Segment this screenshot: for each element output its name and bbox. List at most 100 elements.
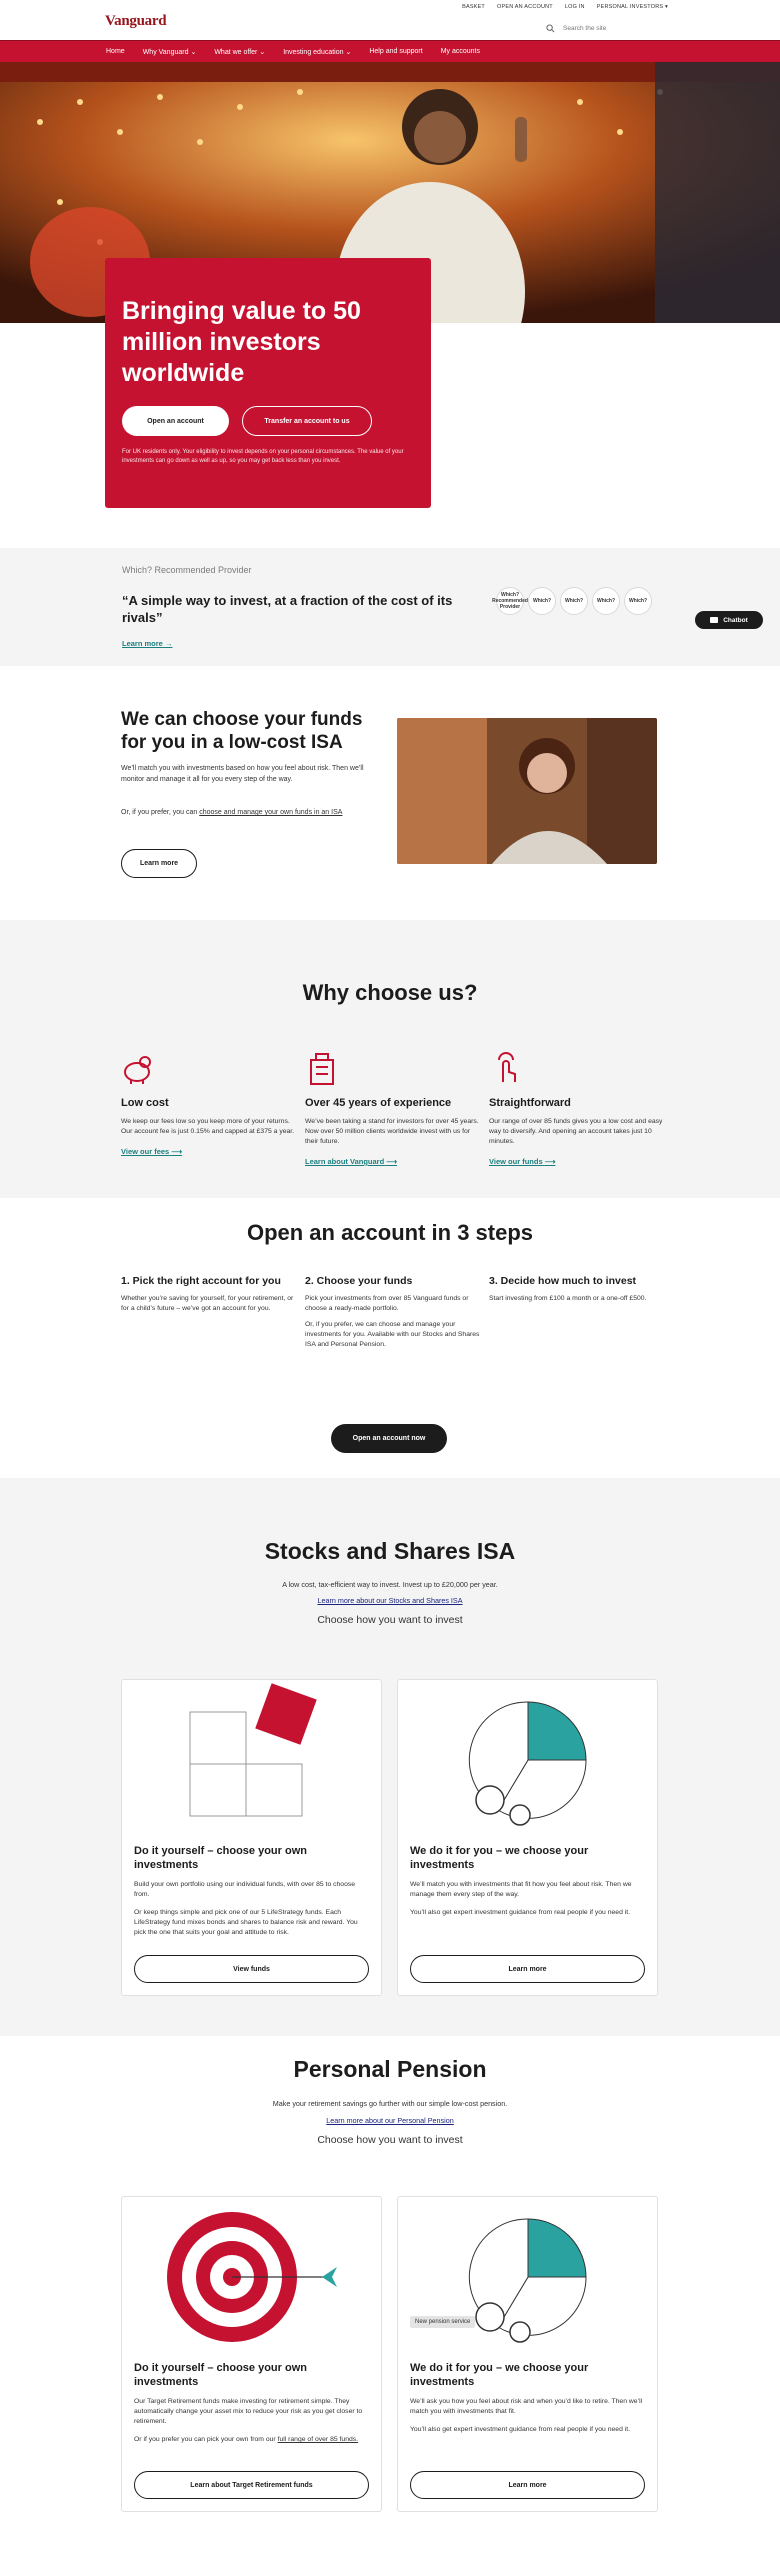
which-pre-title: Which? Recommended Provider [122,565,252,575]
which-quote: “A simple way to invest, at a fraction o… [122,593,453,625]
woman-photo [397,718,657,864]
which-badge: Which? Recommended Provider [492,587,528,615]
which-section: Which? Recommended Provider “A simple wa… [0,548,780,666]
open-account-button[interactable]: Open an account [122,406,229,436]
chevron-down-icon: ⌄ [259,48,266,56]
why-col-title: Straightforward [489,1097,571,1109]
nav-item-my-accounts[interactable]: My accounts [441,48,480,55]
nav-item-why-vanguard[interactable]: Why Vanguard ⌄ [143,48,197,56]
link-label: View our funds [489,1157,543,1166]
why-col-straightforward: Straightforward Our range of over 85 fun… [489,1052,664,1166]
card-title: Do it yourself – choose your own investm… [134,1845,307,1871]
steps-section: Open an account in 3 steps 1. Pick the r… [0,1198,780,1478]
basket-link[interactable]: Basket [462,4,485,10]
full-range-funds-link[interactable]: full range of over 85 funds. [278,2436,358,2443]
search-icon [546,23,555,32]
open-account-now-button[interactable]: Open an account now [331,1424,447,1453]
arrow-right-icon: ⟶ [544,1157,556,1166]
why-col-title: Low cost [121,1097,169,1109]
choose-heading: Choose how you want to invest [317,2134,463,2146]
why-col-text: We keep our fees low so you keep more of… [121,1118,295,1135]
view-funds-button[interactable]: View funds [134,1955,369,1983]
why-col-low-cost: Low cost We keep our fees low so you kee… [121,1052,296,1156]
card-text: We’ll match you with investments that fi… [410,1881,632,1898]
step-title: 3. Decide how much to invest [489,1275,637,1287]
choose-own-funds-link[interactable]: choose and manage your own funds in an I… [199,809,342,816]
target-retirement-button[interactable]: Learn about Target Retirement funds [134,2471,369,2499]
which-learn-more-link[interactable]: Learn more → [122,639,172,648]
choose-heading: Choose how you want to invest [317,1614,463,1626]
vanguard-logo[interactable]: Vanguard [105,13,167,30]
card-title: We do it for you – we choose your invest… [410,2362,589,2388]
diy-pension-card: Do it yourself – choose your own investm… [121,2196,382,2512]
new-service-tag: New pension service [410,2316,476,2328]
nav-label: What we offer [214,48,258,56]
isa-text-alt: Or, if you prefer, you can choose and ma… [121,808,381,819]
transfer-account-button[interactable]: Transfer an account to us [242,406,372,436]
text-prefix: Or, if you prefer, you can [121,809,200,816]
building-icon [310,1053,334,1085]
hero-card: Bringing value to 50 million investors w… [105,258,431,508]
why-col-title: Over 45 years of experience [305,1097,452,1109]
target-illustration [122,2197,381,2362]
nav-item-investing-education[interactable]: Investing education ⌄ [283,48,351,56]
chevron-down-icon: ⌄ [345,48,352,56]
nav-label: Investing education [283,48,344,56]
managed-pension-card: New pension service We do it for you – w… [397,2196,658,2512]
card-text: We’ll ask you how you feel about risk an… [410,2398,643,2415]
managed-card: We do it for you – we choose your invest… [397,1679,658,1996]
login-link[interactable]: Log in [565,4,585,10]
search-input[interactable]: Search the site [546,22,666,34]
step-3: 3. Decide how much to invest Start inves… [489,1274,669,1304]
view-funds-link[interactable]: View our funds ⟶ [489,1157,664,1166]
step-1: 1. Pick the right account for you Whethe… [121,1274,301,1314]
nav-label: Why Vanguard [142,48,189,56]
step-2: 2. Choose your funds Pick your investmen… [305,1274,485,1350]
learn-about-vanguard-link[interactable]: Learn about Vanguard ⟶ [305,1157,480,1166]
which-badge: Which? [624,587,652,615]
card-text: You’ll also get expert investment guidan… [410,1909,631,1916]
nav-item-home[interactable]: Home [106,48,125,55]
chatbot-label: Chatbot [723,616,748,624]
nav-item-what-we-offer[interactable]: What we offer ⌄ [214,48,265,56]
view-fees-link[interactable]: View our fees ⟶ [121,1147,296,1156]
stocks-isa-subtitle: A low cost, tax-efficient way to invest.… [282,1580,498,1589]
chatbot-button[interactable]: Chatbot [695,611,763,629]
card-text: Or if you prefer you can pick your own f… [122,2435,381,2445]
which-badge: Which? [528,587,556,615]
pie-gears-illustration [398,1680,657,1845]
chat-icon [710,617,719,623]
which-badge: Which? [560,587,588,615]
step-title: 1. Pick the right account for you [121,1275,281,1287]
pie-gears-illustration: New pension service [398,2197,657,2362]
card-title: Do it yourself – choose your own investm… [134,2362,307,2388]
learn-more-button[interactable]: Learn more [410,2471,645,2499]
which-badge: Which? [592,587,620,615]
chevron-down-icon: ⌄ [190,48,197,56]
card-text: Our Target Retirement funds make investi… [134,2398,363,2425]
card-text: You’ll also get expert investment guidan… [410,2426,631,2433]
isa-learn-more-button[interactable]: Learn more [121,849,197,878]
main-nav: Home Why Vanguard ⌄ What we offer ⌄ Inve… [0,40,780,62]
search-placeholder: Search the site [563,24,607,32]
step-text: Whether you’re saving for yourself, for … [121,1295,294,1312]
pension-section: Personal Pension Make your retirement sa… [0,2036,780,2574]
stocks-isa-learn-more-link[interactable]: Learn more about our Stocks and Shares I… [0,1596,780,1605]
why-col-text: Our range of over 85 funds gives you a l… [489,1118,663,1145]
pension-learn-more-link[interactable]: Learn more about our Personal Pension [0,2116,780,2125]
open-account-link[interactable]: Open an account [497,4,553,10]
why-col-experience: Over 45 years of experience We’ve been t… [305,1052,480,1166]
isa-section: We can choose your funds for you in a lo… [0,666,780,920]
link-label: Learn more [122,639,163,648]
pension-subtitle: Make your retirement savings go further … [272,2099,508,2108]
why-title: Why choose us? [302,980,478,1005]
which-badges: Which? Recommended Provider Which? Which… [492,587,652,615]
isa-text: We’ll match you with investments based o… [121,765,364,783]
nav-item-help[interactable]: Help and support [369,48,422,55]
learn-more-button[interactable]: Learn more [410,1955,645,1983]
isa-title: We can choose your funds for you in a lo… [121,709,363,753]
personal-investors-dropdown[interactable]: Personal investors ▾ [597,4,668,10]
steps-title: Open an account in 3 steps [246,1220,534,1245]
personal-investors-label: Personal investors [596,4,664,10]
arrow-right-icon: ⟶ [386,1157,398,1166]
